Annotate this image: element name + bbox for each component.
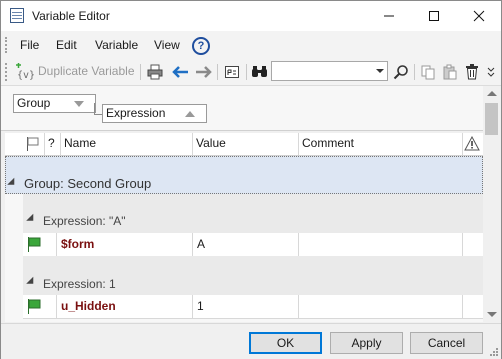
expand-triangle-icon[interactable] [26, 276, 37, 288]
variable-comment-cell[interactable] [299, 233, 463, 256]
menu-variable[interactable]: Variable [95, 38, 138, 52]
subgroup-label: Expression: 1 [43, 277, 116, 291]
variable-comment-cell[interactable] [299, 295, 463, 318]
menu-view[interactable]: View [154, 38, 180, 52]
menu-bar: File Edit Variable View [1, 31, 501, 59]
undo-arrow-icon [172, 66, 188, 78]
maximize-button[interactable] [411, 1, 456, 31]
dialog-footer: OK Apply Cancel [1, 323, 501, 359]
new-variable-icon: {v} [16, 63, 35, 81]
binoculars-icon [252, 66, 267, 77]
chevron-down-icon[interactable] [376, 69, 384, 73]
spreadsheet-icon [10, 8, 24, 23]
paste-button[interactable] [440, 62, 460, 82]
apply-button[interactable]: Apply [330, 332, 403, 354]
scroll-down-icon[interactable] [487, 312, 497, 317]
subgroup-row[interactable]: Expression: "A" [23, 194, 483, 233]
print-button[interactable] [145, 62, 165, 82]
properties-button[interactable] [222, 62, 242, 82]
search-input[interactable] [274, 63, 374, 81]
variable-name-cell[interactable]: $form [57, 233, 193, 256]
group-row-label: Group: Second Group [24, 176, 152, 191]
column-flag[interactable] [5, 133, 45, 155]
ok-button[interactable]: OK [249, 332, 322, 354]
subgroup-row[interactable]: Expression: 1 [23, 256, 483, 295]
minimize-icon [383, 15, 394, 17]
sort-up-icon [185, 111, 195, 117]
flag-cell[interactable] [23, 233, 57, 256]
copy-button[interactable] [418, 62, 438, 82]
variable-name-cell[interactable]: u_Hidden [57, 295, 193, 318]
column-comment[interactable]: Comment [299, 133, 463, 155]
toolbar-separator [217, 64, 218, 80]
search-button[interactable] [391, 62, 411, 82]
flag-cell[interactable] [23, 295, 57, 318]
window-title: Variable Editor [32, 9, 110, 23]
scroll-thumb[interactable] [485, 103, 498, 135]
group-by-panel: Group Expression [1, 86, 483, 131]
column-name[interactable]: Name [61, 133, 193, 155]
title-bar: Variable Editor [1, 1, 501, 31]
warning-cell[interactable] [463, 233, 483, 256]
overflow-chevron-icon [487, 67, 495, 77]
search-combobox[interactable] [271, 61, 388, 81]
menu-file[interactable]: File [20, 38, 39, 52]
column-question[interactable]: ? [45, 133, 61, 155]
table-row[interactable]: u_Hidden 1 [23, 295, 483, 319]
new-variable-button[interactable]: {v} [13, 62, 35, 82]
sort-down-icon [74, 101, 84, 107]
expression-chip[interactable]: Expression [102, 104, 207, 123]
expand-triangle-icon[interactable] [26, 213, 37, 225]
toolbar-grip[interactable] [5, 63, 10, 81]
variable-editor-window: Variable Editor File Edit Variable View … [0, 0, 502, 359]
flag-icon [27, 137, 39, 151]
undo-button[interactable] [171, 62, 191, 82]
group-row[interactable]: Group: Second Group [5, 156, 483, 194]
properties-icon [225, 66, 239, 78]
close-icon [473, 10, 484, 22]
scroll-up-icon[interactable] [487, 91, 497, 96]
variables-grid: Group: Second Group Expression: "A" $for… [5, 156, 483, 322]
column-warning[interactable] [463, 133, 483, 155]
find-button[interactable] [250, 62, 270, 82]
paste-icon [443, 64, 457, 80]
column-header: ? Name Value Comment [5, 133, 483, 156]
redo-button[interactable] [193, 62, 213, 82]
resize-grip-icon[interactable] [489, 347, 499, 357]
toolbar-separator [140, 64, 141, 80]
variable-value-cell[interactable]: 1 [193, 295, 299, 318]
help-icon[interactable]: ? [192, 37, 210, 55]
group-chip[interactable]: Group [13, 94, 96, 113]
svg-text:{v}: {v} [17, 70, 35, 81]
subgroup-label: Expression: "A" [43, 214, 126, 228]
redo-arrow-icon [196, 66, 212, 78]
expression-chip-label: Expression [106, 106, 166, 120]
close-button[interactable] [456, 1, 501, 31]
trash-icon [466, 64, 478, 80]
toolbar-overflow-button[interactable] [485, 62, 497, 82]
minimize-button[interactable] [366, 1, 411, 31]
toolbar-separator [414, 64, 415, 80]
menu-edit[interactable]: Edit [56, 38, 77, 52]
printer-icon [147, 64, 163, 80]
duplicate-variable-button[interactable]: Duplicate Variable [38, 64, 135, 78]
magnifier-icon [393, 65, 408, 80]
vertical-scrollbar[interactable] [483, 86, 500, 322]
copy-icon [421, 65, 435, 80]
maximize-icon [428, 11, 439, 21]
menubar-grip[interactable] [5, 37, 10, 53]
group-chip-label: Group [17, 96, 51, 110]
table-row[interactable]: $form A [23, 233, 483, 257]
toolbar: {v} Duplicate Variable [1, 59, 501, 86]
warning-cell[interactable] [463, 295, 483, 318]
variable-value-cell[interactable]: A [193, 233, 299, 256]
column-value[interactable]: Value [193, 133, 299, 155]
delete-button[interactable] [462, 62, 482, 82]
warning-icon [464, 136, 480, 151]
cancel-button[interactable]: Cancel [410, 332, 483, 354]
toolbar-separator [246, 64, 247, 80]
expand-triangle-icon[interactable] [7, 177, 18, 189]
